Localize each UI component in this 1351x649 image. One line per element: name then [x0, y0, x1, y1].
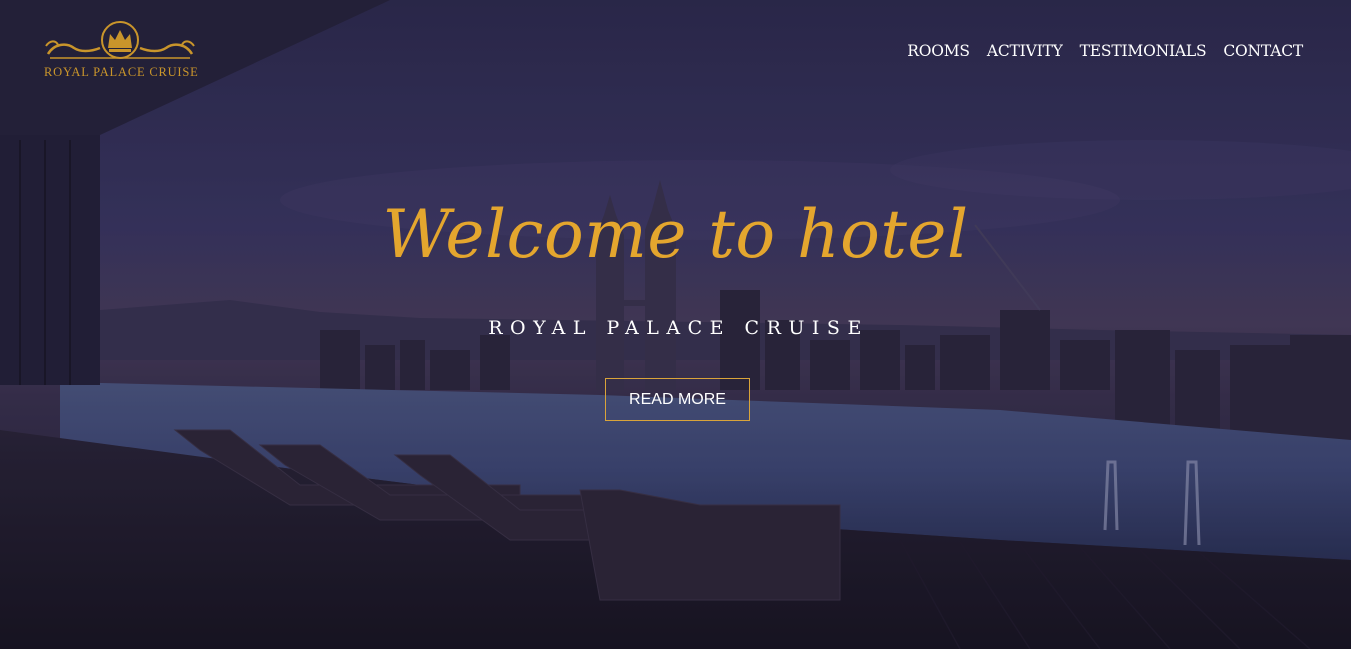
main-nav: ROOMS ACTIVITY TESTIMONIALS CONTACT [907, 42, 1303, 60]
logo-text: ROYAL PALACE CRUISE [44, 65, 199, 79]
nav-link-contact[interactable]: CONTACT [1223, 42, 1303, 60]
nav-link-testimonials[interactable]: TESTIMONIALS [1080, 42, 1207, 60]
hero-subtitle: ROYAL PALACE CRUISE [488, 317, 869, 339]
brand-logo[interactable]: ROYAL PALACE CRUISE [44, 16, 199, 84]
read-more-button[interactable]: READ MORE [605, 378, 750, 421]
hero-title: Welcome to hotel [382, 196, 969, 273]
crown-logo-icon [45, 21, 195, 59]
hero-section: ROYAL PALACE CRUISE ROOMS ACTIVITY TESTI… [0, 0, 1351, 649]
nav-link-rooms[interactable]: ROOMS [907, 42, 970, 60]
nav-link-activity[interactable]: ACTIVITY [987, 42, 1063, 60]
